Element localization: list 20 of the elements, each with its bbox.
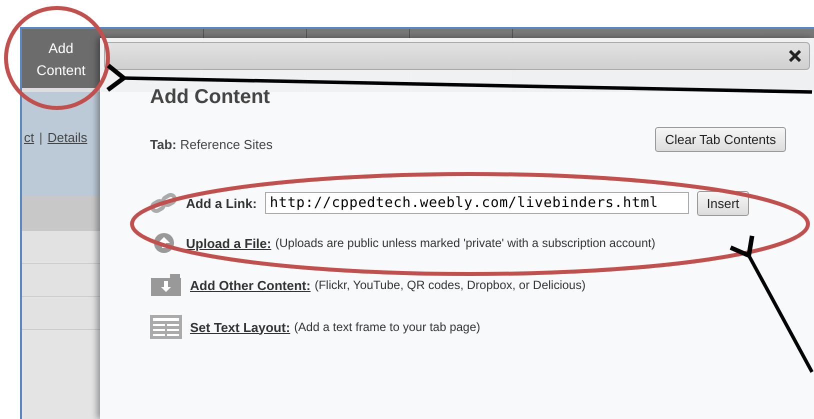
folder-icon (150, 273, 182, 297)
separator-text: | (39, 130, 43, 145)
close-icon[interactable] (789, 50, 801, 62)
add-content-button[interactable]: Add Content (22, 29, 101, 92)
page-link[interactable]: Details (48, 130, 88, 145)
chain-link-icon (150, 193, 178, 213)
text-layout-icon (150, 315, 182, 339)
action-note: (Flickr, YouTube, QR codes, Dropbox, or Delicious) (314, 278, 586, 292)
action-note: (Uploads are public unless marked 'private' with a subscription account) (275, 236, 656, 250)
action-note: (Add a text frame to your tab page) (294, 320, 480, 334)
action-link[interactable]: Upload a File: (186, 236, 272, 250)
page-link[interactable]: ct (24, 130, 34, 145)
add-link-label: Add a Link: (186, 196, 257, 210)
url-input-field[interactable]: http://cppedtech.weebly.com/livebinders.html (264, 192, 689, 214)
clear-tab-contents-button[interactable]: Clear Tab Contents (654, 127, 786, 152)
action-link[interactable]: Add Other Content: (190, 278, 311, 292)
insert-button[interactable]: Insert (696, 190, 750, 216)
action-link[interactable]: Set Text Layout: (190, 320, 290, 334)
tab-name-text: Tab: Reference Sites (150, 137, 273, 152)
dialog-title: Add Content (150, 86, 271, 109)
